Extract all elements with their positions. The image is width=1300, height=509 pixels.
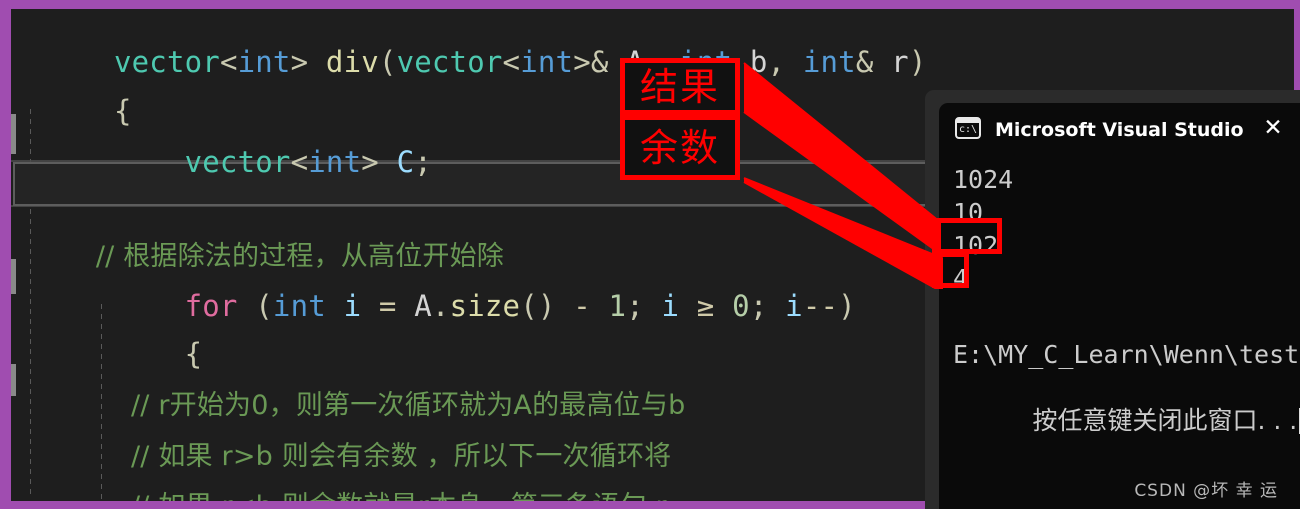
code-line-comment-r-less-b: // 如果 r<b 则余数就是r本身，第三条语句 r — [11, 462, 667, 502]
close-icon[interactable]: ✕ — [1260, 116, 1286, 142]
cmd-prompt-icon-text: c:\ — [958, 123, 978, 135]
cmd-prompt-icon: c:\ — [955, 117, 981, 139]
code-line-declare-c: vector<int> C; — [184, 145, 432, 179]
console-line: 1024 — [953, 165, 1014, 194]
console-line-prompt: 按任意键关闭此窗口. . . — [953, 371, 1300, 470]
console-line-result: 102 — [953, 231, 999, 260]
console-output: 1024 10 102 4 E:\MY_C_Learn\Wenn\test5_d… — [939, 153, 1300, 470]
console-title: Microsoft Visual Studio 调试控 — [995, 118, 1245, 141]
app-window: vector<int> div(vector<int>& A, int b, i… — [0, 0, 1300, 509]
console-window-inner: c:\ Microsoft Visual Studio 调试控 ✕ 1024 1… — [939, 103, 1300, 509]
code-line-signature: vector<int> div(vector<int>& A, int b, i… — [113, 45, 927, 79]
watermark: CSDN @坏 幸 运 — [1134, 481, 1278, 501]
console-prompt-text: 按任意键关闭此窗口. . . — [1032, 406, 1298, 435]
console-window[interactable]: c:\ Microsoft Visual Studio 调试控 ✕ 1024 1… — [925, 90, 1300, 509]
console-line-path: E:\MY_C_Learn\Wenn\test5_d — [953, 340, 1300, 369]
console-line: 10 — [953, 198, 984, 227]
console-line-remainder: 4 — [953, 264, 969, 293]
console-titlebar[interactable]: c:\ Microsoft Visual Studio 调试控 ✕ — [939, 103, 1300, 153]
